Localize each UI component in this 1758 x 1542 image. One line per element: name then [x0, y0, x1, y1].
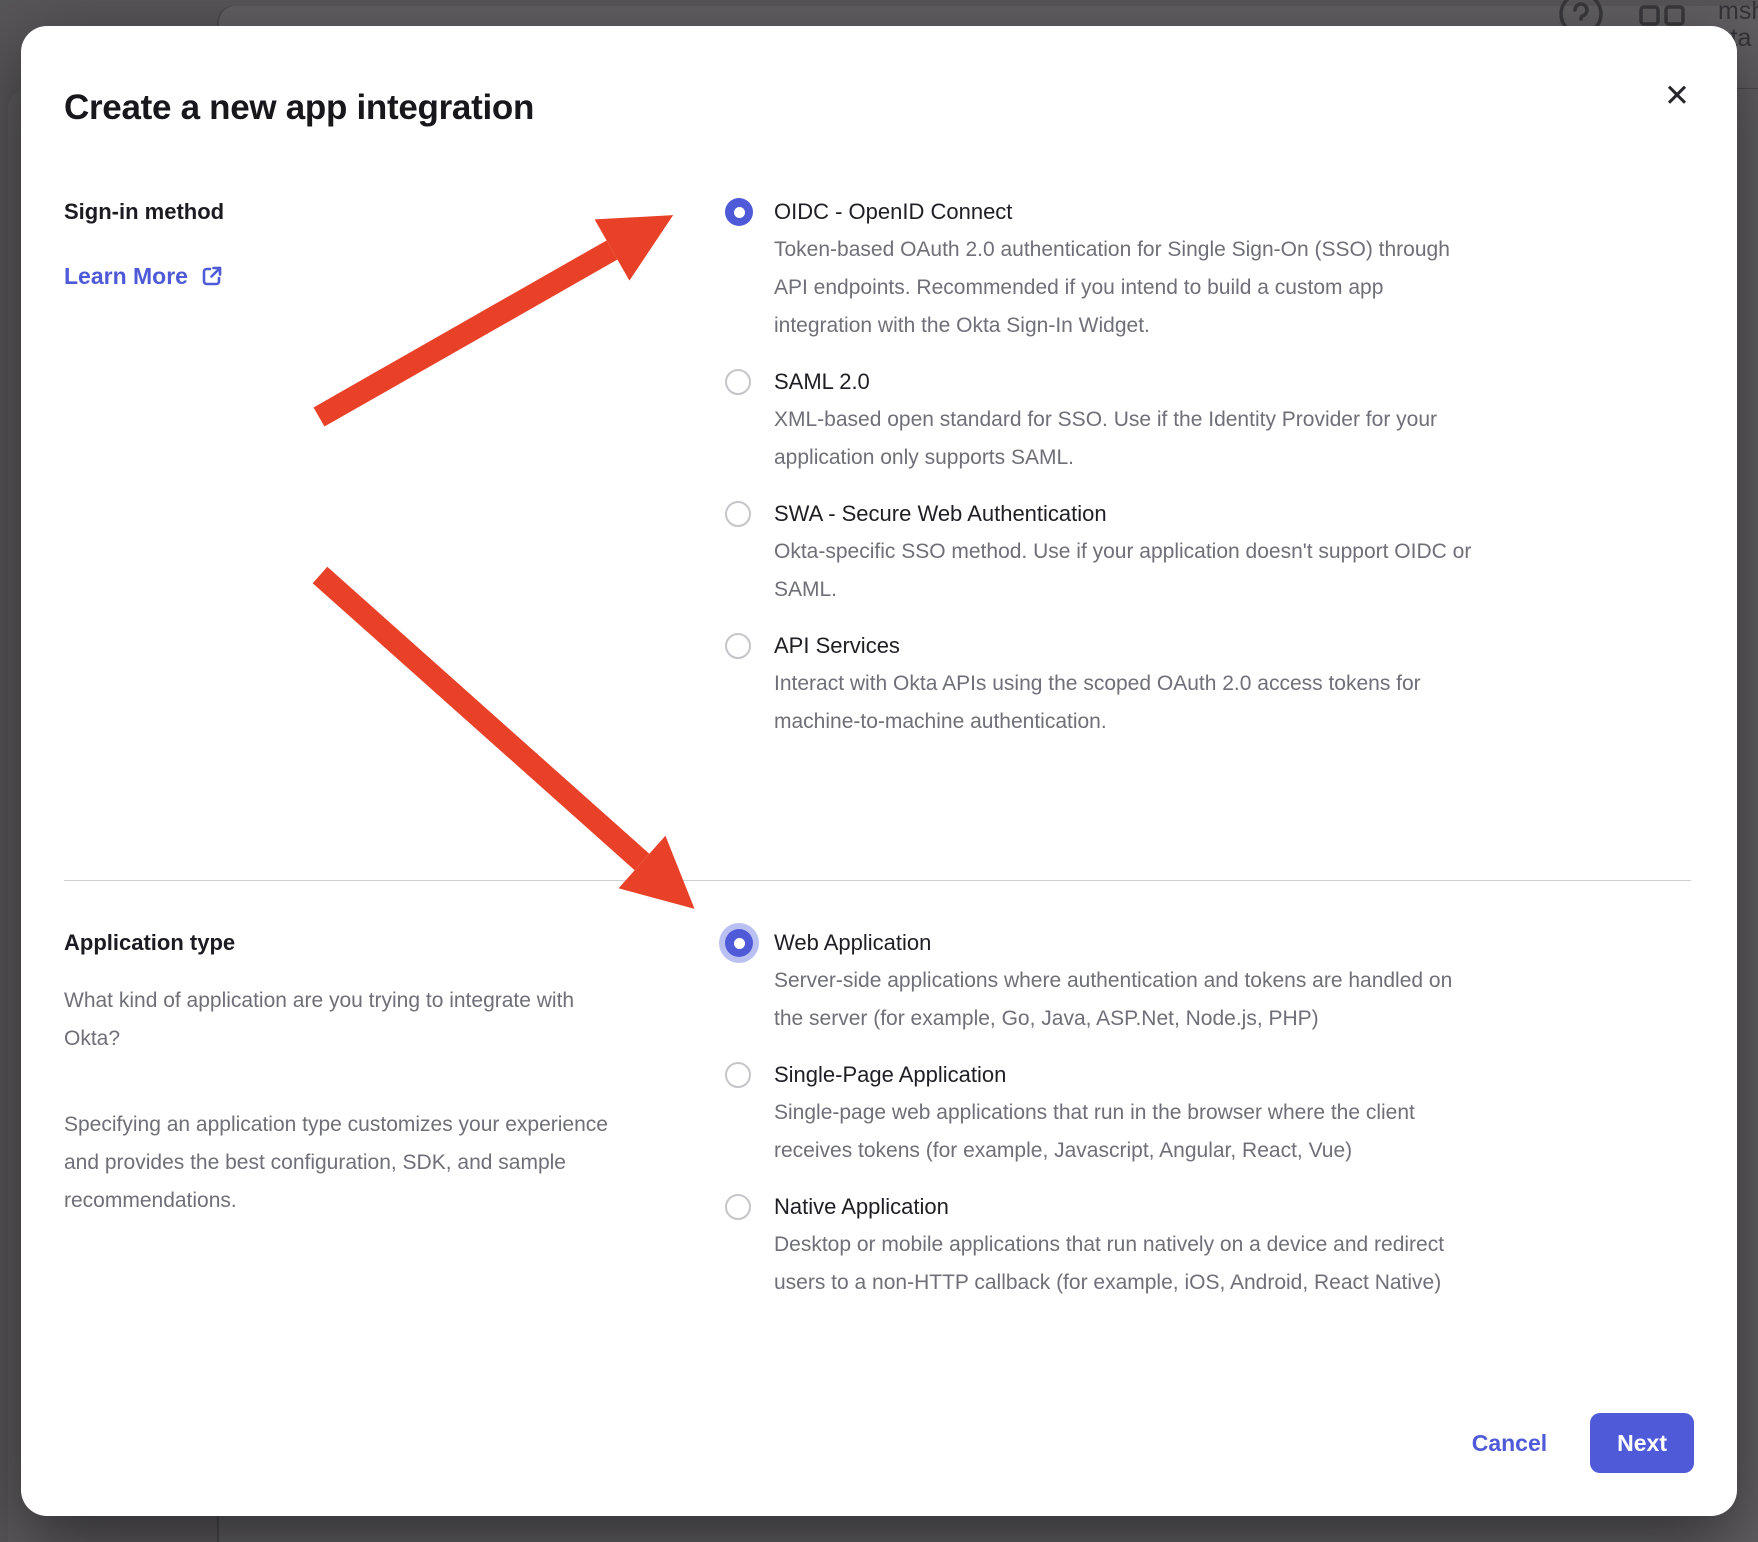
learn-more-label: Learn More — [64, 261, 188, 291]
apptype-option-web-application[interactable]: Web Application Server-side applications… — [725, 928, 1483, 1038]
option-description: Desktop or mobile applications that run … — [774, 1226, 1483, 1302]
create-app-integration-dialog: ✕ Create a new app integration Sign-in m… — [21, 26, 1737, 1516]
option-description: Token-based OAuth 2.0 authentication for… — [774, 231, 1483, 345]
option-label: OIDC - OpenID Connect — [774, 197, 1483, 227]
signin-method-section: Sign-in method Learn More OIDC - OpenID … — [64, 197, 1691, 741]
signin-option-saml-2-0[interactable]: SAML 2.0 XML-based open standard for SSO… — [725, 367, 1483, 477]
external-link-icon — [200, 264, 224, 288]
option-label: SWA - Secure Web Authentication — [774, 499, 1483, 529]
option-description: Single-page web applications that run in… — [774, 1094, 1483, 1170]
option-text: Native Application Desktop or mobile app… — [774, 1192, 1483, 1302]
signin-radio-saml-2-0[interactable] — [725, 369, 751, 395]
application-type-question: What kind of application are you trying … — [64, 982, 624, 1058]
apptype-radio-native-application[interactable] — [725, 1194, 751, 1220]
option-text: SAML 2.0 XML-based open standard for SSO… — [774, 367, 1483, 477]
application-type-section: Application type What kind of applicatio… — [64, 928, 1691, 1302]
learn-more-link[interactable]: Learn More — [64, 261, 224, 291]
apptype-radio-single-page-application[interactable] — [725, 1062, 751, 1088]
option-text: API Services Interact with Okta APIs usi… — [774, 631, 1483, 741]
signin-method-left-column: Sign-in method Learn More — [64, 197, 624, 291]
option-label: Web Application — [774, 928, 1483, 958]
option-description: Interact with Okta APIs using the scoped… — [774, 665, 1483, 741]
dialog-actions: Cancel Next — [1472, 1413, 1694, 1473]
option-label: Native Application — [774, 1192, 1483, 1222]
apptype-option-single-page-application[interactable]: Single-Page Application Single-page web … — [725, 1060, 1483, 1170]
apptype-option-native-application[interactable]: Native Application Desktop or mobile app… — [725, 1192, 1483, 1302]
option-text: Web Application Server-side applications… — [774, 928, 1483, 1038]
signin-radio-oidc-openid-connect[interactable] — [725, 198, 753, 226]
signin-method-label: Sign-in method — [64, 197, 624, 227]
application-type-options: Web Application Server-side applications… — [725, 928, 1483, 1302]
signin-method-options: OIDC - OpenID Connect Token-based OAuth … — [725, 197, 1483, 741]
signin-option-api-services[interactable]: API Services Interact with Okta APIs usi… — [725, 631, 1483, 741]
dialog-title: Create a new app integration — [64, 88, 1691, 128]
option-text: OIDC - OpenID Connect Token-based OAuth … — [774, 197, 1483, 345]
option-description: Okta-specific SSO method. Use if your ap… — [774, 533, 1483, 609]
option-label: API Services — [774, 631, 1483, 661]
option-text: SWA - Secure Web Authentication Okta-spe… — [774, 499, 1483, 609]
next-button[interactable]: Next — [1590, 1413, 1694, 1473]
signin-option-oidc-openid-connect[interactable]: OIDC - OpenID Connect Token-based OAuth … — [725, 197, 1483, 345]
cancel-button[interactable]: Cancel — [1472, 1430, 1547, 1457]
application-type-note: Specifying an application type customize… — [64, 1106, 624, 1220]
application-type-label: Application type — [64, 928, 624, 958]
signin-option-swa-secure-web-authentication[interactable]: SWA - Secure Web Authentication Okta-spe… — [725, 499, 1483, 609]
dialog-body: Create a new app integration Sign-in met… — [21, 26, 1737, 1516]
application-type-left-column: Application type What kind of applicatio… — [64, 928, 624, 1220]
option-label: SAML 2.0 — [774, 367, 1483, 397]
option-description: XML-based open standard for SSO. Use if … — [774, 401, 1483, 477]
apps-grid-icon — [1639, 4, 1687, 28]
apptype-radio-web-application[interactable] — [725, 929, 753, 957]
option-description: Server-side applications where authentic… — [774, 962, 1483, 1038]
section-divider — [64, 880, 1691, 881]
option-text: Single-Page Application Single-page web … — [774, 1060, 1483, 1170]
signin-radio-api-services[interactable] — [725, 633, 751, 659]
signin-radio-swa-secure-web-authentication[interactable] — [725, 501, 751, 527]
option-label: Single-Page Application — [774, 1060, 1483, 1090]
background-header-divider — [1736, 88, 1758, 89]
